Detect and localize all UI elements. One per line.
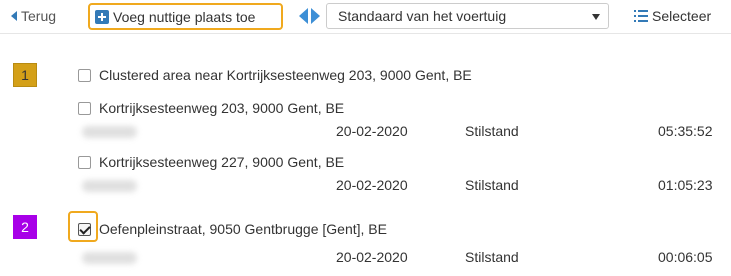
toolbar: Terug Voeg nuttige plaats toe Standaard …: [0, 0, 731, 34]
redacted-value: [82, 180, 137, 192]
select-label: Selecteer: [652, 8, 712, 24]
place-date: 20-02-2020: [336, 249, 408, 265]
add-useful-place-label: Voeg nuttige plaats toe: [113, 8, 256, 25]
place-address: Kortrijksesteenweg 227, 9000 Gent, BE: [99, 154, 345, 170]
left-right-arrows-icon[interactable]: [299, 8, 321, 24]
select-button[interactable]: Selecteer: [634, 6, 711, 26]
cluster-label: Clustered area near Kortrijksesteenweg 2…: [99, 67, 472, 83]
place-date: 20-02-2020: [336, 177, 408, 193]
cluster-checkbox[interactable]: [78, 68, 91, 82]
list-item: Kortrijksesteenweg 203, 9000 Gent, BE: [78, 100, 344, 116]
list-item: Clustered area near Kortrijksesteenweg 2…: [78, 67, 472, 83]
place-checkbox-checked[interactable]: [78, 222, 91, 236]
place-address: Oefenpleinstraat, 9050 Gentbrugge [Gent]…: [99, 221, 387, 237]
redacted-value: [82, 252, 137, 264]
place-checkbox[interactable]: [78, 101, 91, 115]
vehicle-select[interactable]: Standaard van het voertuig: [326, 3, 609, 29]
add-useful-place-button[interactable]: Voeg nuttige plaats toe: [88, 3, 283, 30]
list-icon: [634, 10, 648, 22]
redacted-value: [82, 126, 137, 138]
back-button[interactable]: Terug: [11, 6, 56, 26]
place-date: 20-02-2020: [336, 123, 408, 139]
group-number-badge: 2: [13, 215, 37, 239]
place-duration: 00:06:05: [658, 249, 713, 265]
place-duration: 01:05:23: [658, 177, 713, 193]
group-number-badge: 1: [13, 63, 37, 87]
back-label: Terug: [21, 8, 57, 24]
plus-square-icon: [95, 9, 109, 24]
vehicle-select-value: Standaard van het voertuig: [338, 8, 507, 24]
caret-left-icon: [11, 11, 17, 21]
place-status: Stilstand: [465, 177, 519, 193]
place-status: Stilstand: [465, 123, 519, 139]
place-duration: 05:35:52: [658, 123, 713, 139]
caret-down-icon: [592, 14, 600, 20]
list-item: Oefenpleinstraat, 9050 Gentbrugge [Gent]…: [78, 221, 387, 237]
place-status: Stilstand: [465, 249, 519, 265]
place-checkbox[interactable]: [78, 155, 91, 169]
list-item: Kortrijksesteenweg 227, 9000 Gent, BE: [78, 154, 344, 170]
place-address: Kortrijksesteenweg 203, 9000 Gent, BE: [99, 100, 345, 116]
